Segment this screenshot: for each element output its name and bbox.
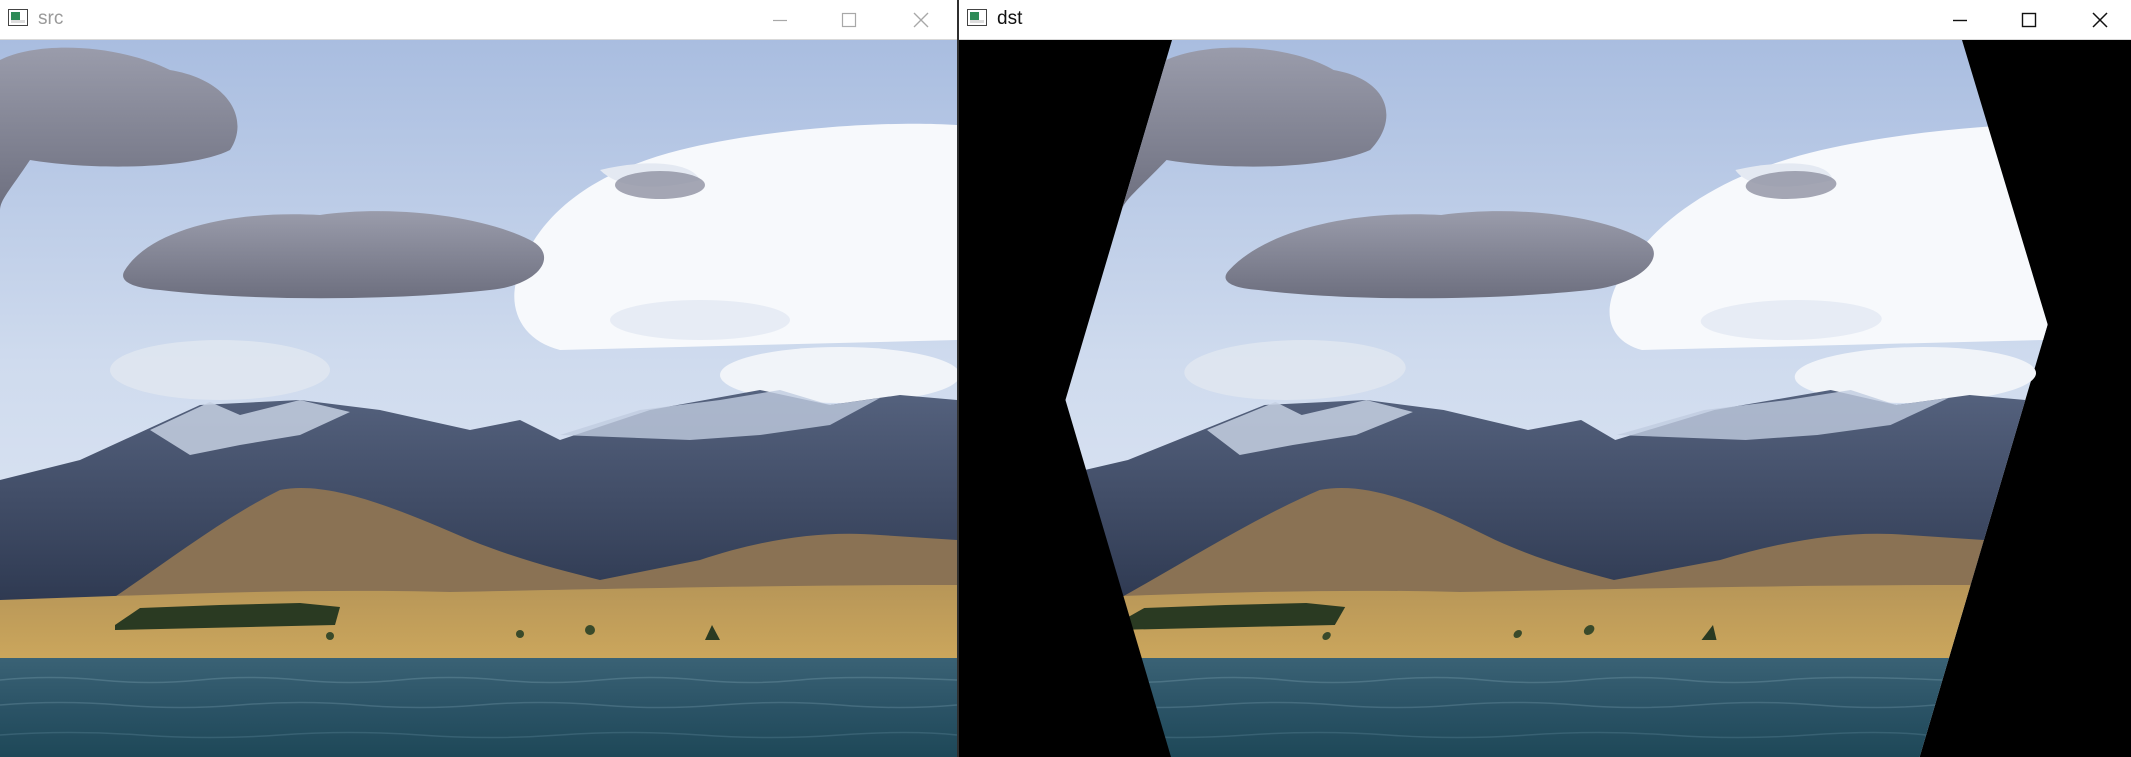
- minimize-icon: [773, 19, 787, 22]
- app-icon: [967, 9, 987, 26]
- maximize-button[interactable]: [1998, 0, 2060, 40]
- src-image-view: [0, 40, 957, 757]
- maximize-icon: [841, 12, 857, 28]
- close-icon: [913, 12, 929, 28]
- landscape-image: [0, 40, 957, 757]
- close-button[interactable]: [890, 0, 952, 40]
- minimize-button[interactable]: [1929, 0, 1991, 40]
- dst-image-view: [959, 40, 2131, 757]
- close-icon: [2092, 12, 2108, 28]
- close-button[interactable]: [2069, 0, 2131, 40]
- warped-landscape-image: [959, 40, 2131, 757]
- minimize-button[interactable]: [749, 0, 811, 40]
- dst-window: dst: [959, 0, 2131, 757]
- window-title: src: [38, 8, 64, 29]
- maximize-icon: [2021, 12, 2037, 28]
- src-titlebar[interactable]: src: [0, 0, 957, 40]
- minimize-icon: [1953, 19, 1967, 22]
- window-title: dst: [997, 8, 1023, 29]
- dst-titlebar[interactable]: dst: [959, 0, 2131, 40]
- maximize-button[interactable]: [818, 0, 880, 40]
- src-window: src: [0, 0, 957, 757]
- app-icon: [8, 9, 28, 26]
